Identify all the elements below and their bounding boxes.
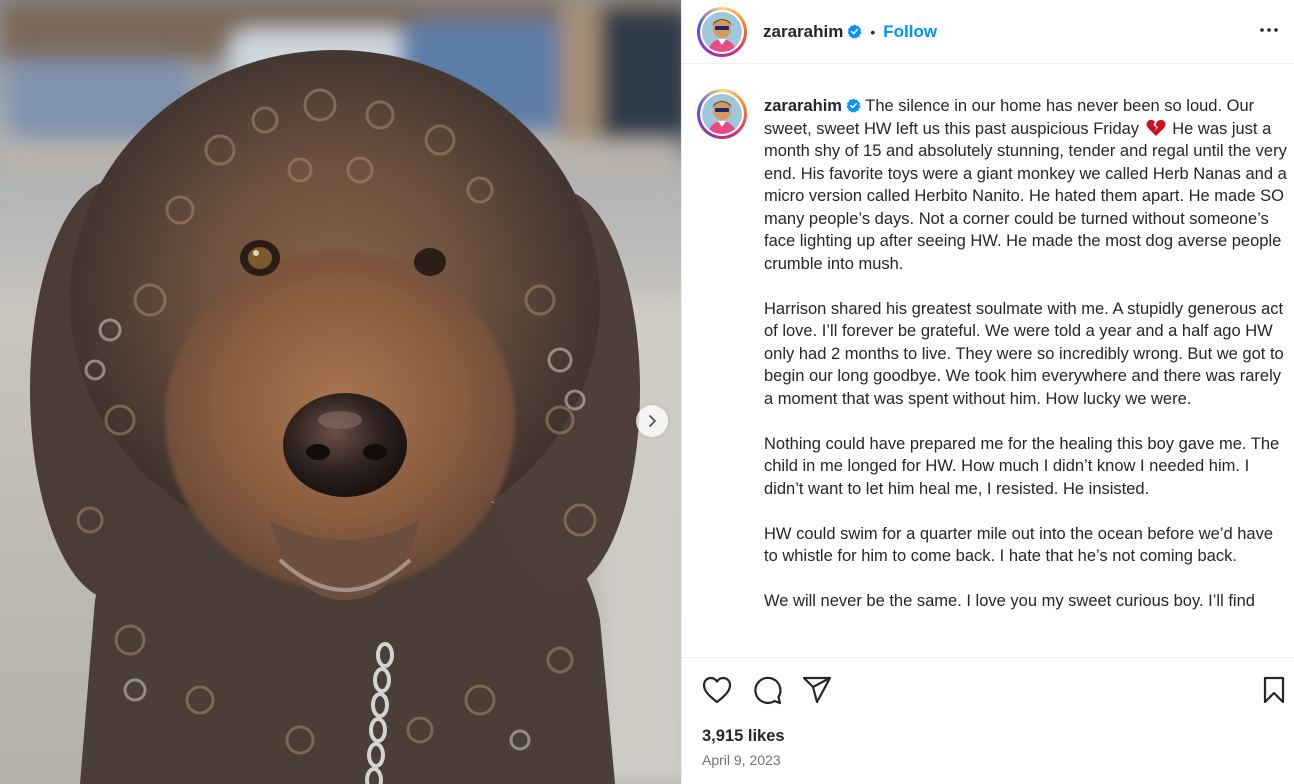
dog-photo: [0, 0, 681, 784]
caption-area[interactable]: zararahim The silence in our home has ne…: [682, 65, 1294, 657]
caption-paragraph: HW could swim for a quarter mile out int…: [764, 524, 1274, 566]
caption-paragraph: Nothing could have prepared me for the h…: [764, 434, 1280, 498]
header-username[interactable]: zararahim: [763, 22, 843, 42]
more-options-icon: [1260, 28, 1278, 32]
caption-username[interactable]: zararahim: [764, 97, 842, 115]
caption-paragraph: zararahim The silence in our home has ne…: [764, 95, 1290, 275]
verified-badge-icon: [846, 98, 861, 113]
caption-text-part: He was just a month shy of 15 and absolu…: [764, 119, 1287, 273]
post-actions: 3,915 likes April 9, 2023: [682, 657, 1294, 784]
post-side-panel: zararahim • Follow zararahim The silence…: [681, 0, 1294, 784]
avatar[interactable]: [697, 6, 747, 57]
save-button[interactable]: [1258, 674, 1290, 706]
follow-button[interactable]: Follow: [883, 22, 937, 42]
caption-paragraph: We will never be the same. I love you my…: [764, 592, 1255, 610]
share-icon: [802, 676, 832, 704]
avatar-image: [702, 94, 742, 134]
caption-paragraph: Harrison shared his greatest soulmate wi…: [764, 299, 1284, 408]
heart-icon: [702, 676, 732, 704]
broken-heart-icon: [1146, 119, 1166, 137]
bookmark-icon: [1263, 676, 1285, 704]
post-media[interactable]: [0, 0, 681, 784]
next-image-button[interactable]: [636, 405, 668, 437]
chevron-right-icon: [649, 415, 656, 427]
separator-dot: •: [870, 23, 876, 40]
like-button[interactable]: [701, 674, 733, 706]
post-header: zararahim • Follow: [682, 0, 1294, 64]
likes-count[interactable]: 3,915 likes: [702, 727, 785, 746]
share-button[interactable]: [801, 674, 833, 706]
comment-button[interactable]: [751, 674, 783, 706]
avatar-image: [702, 11, 742, 52]
more-options-button[interactable]: [1257, 18, 1281, 42]
post-date[interactable]: April 9, 2023: [702, 752, 781, 768]
verified-badge-icon: [847, 24, 862, 39]
caption-text: zararahim The silence in our home has ne…: [764, 95, 1290, 635]
caption-avatar[interactable]: [697, 89, 747, 139]
comment-icon: [754, 676, 782, 705]
